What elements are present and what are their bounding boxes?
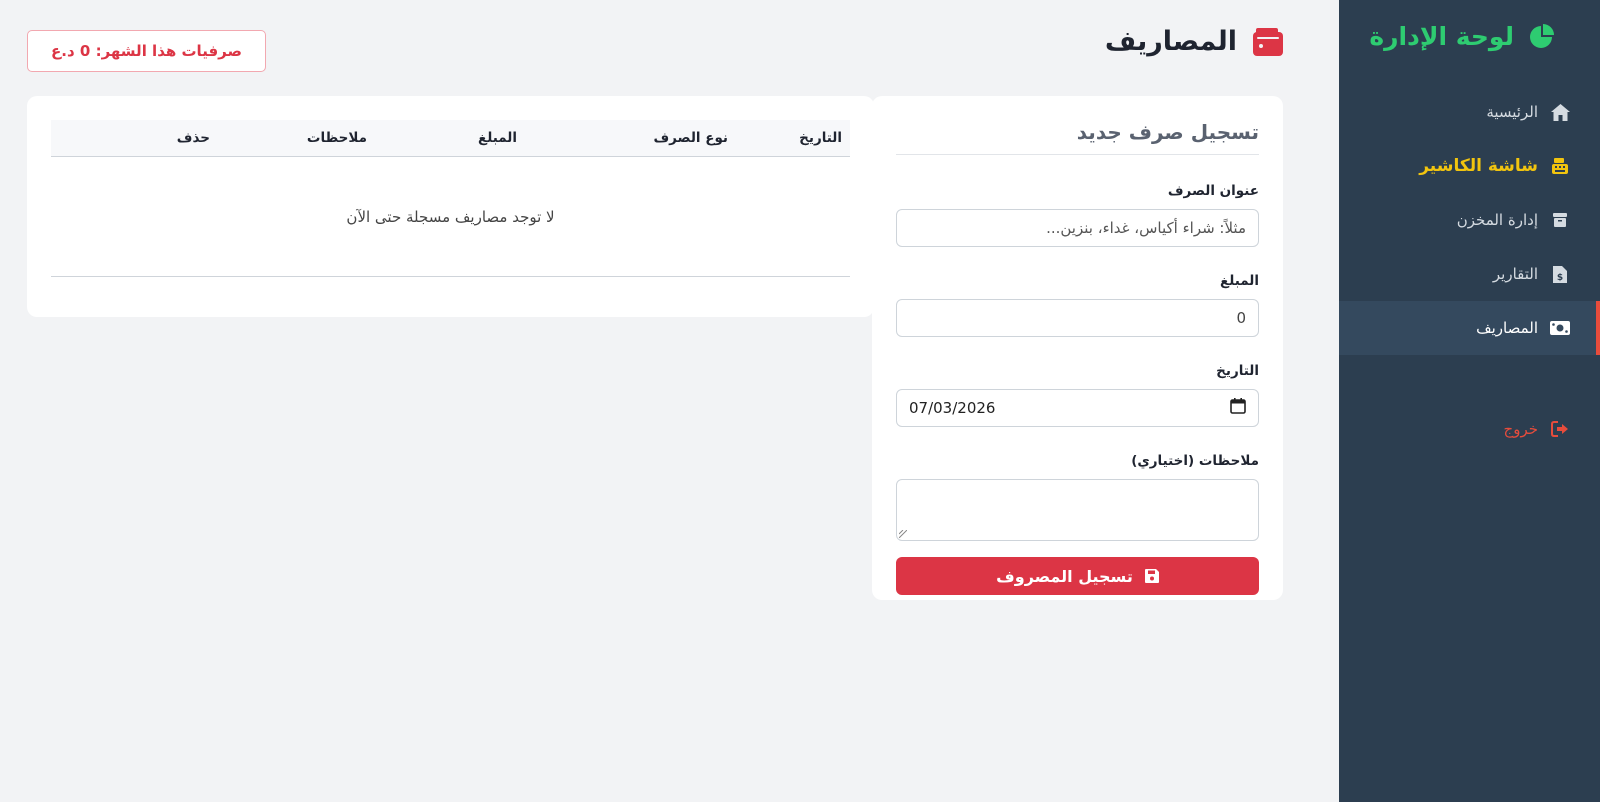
column-header-type: نوع الصرف [653,130,728,146]
sidebar-item-label: إدارة المخزن [1456,211,1538,229]
submit-label: تسجيل المصروف [996,566,1133,586]
form-title: تسجيل صرف جديد [896,120,1259,155]
notes-label: ملاحظات (اختياري) [1131,453,1259,469]
notes-textarea[interactable] [896,479,1259,541]
page-title: المصاريف [1105,26,1283,57]
sidebar-item-expenses[interactable]: المصاريف [1339,301,1600,355]
cash-register-icon [1550,156,1570,176]
home-icon [1550,102,1570,122]
date-input[interactable]: 07/03/2026 [896,389,1259,427]
pie-chart-icon [1530,23,1554,48]
column-header-amount: المبلغ [478,130,517,146]
invoice-icon: $ [1550,264,1570,284]
sidebar-item-label: المصاريف [1476,319,1538,337]
expense-title-label: عنوان الصرف [1167,183,1259,199]
sidebar-item-label: شاشة الكاشير [1419,156,1538,176]
sidebar-item-reports[interactable]: $ التقارير [1339,247,1600,301]
wallet-icon [1253,27,1283,56]
empty-table-message: لا توجد مصاريف مسجلة حتى الآن [51,157,850,277]
save-icon [1144,569,1159,583]
logout-label: خروج [1503,420,1538,438]
resize-grip-icon[interactable] [899,530,907,538]
sidebar-item-label: التقارير [1492,265,1538,283]
column-header-delete: حذف [176,130,210,146]
column-header-date: التاريخ [799,130,842,146]
sidebar-item-home[interactable]: الرئيسية [1339,85,1600,139]
sidebar-item-inventory[interactable]: إدارة المخزن [1339,193,1600,247]
sidebar-item-label: الرئيسية [1486,103,1538,121]
calendar-icon[interactable] [1230,398,1246,418]
month-expense-badge: صرفيات هذا الشهر: 0 د.ع [27,30,266,72]
sign-out-icon [1550,419,1570,439]
sidebar-item-cashier[interactable]: شاشة الكاشير [1339,139,1600,193]
money-bill-icon [1550,318,1570,338]
submit-expense-button[interactable]: تسجيل المصروف [896,557,1259,595]
page-title-text: المصاريف [1104,26,1237,57]
brand-title: لوحة الإدارة [1369,22,1514,51]
amount-input[interactable]: 0 [896,299,1259,337]
expense-title-input[interactable]: مثلاً: شراء أكياس، غداء، بنزين... [896,209,1259,247]
sidebar: لوحة الإدارة الرئيسية شاشة الكاشير إدارة… [1339,0,1600,802]
date-label: التاريخ [1216,363,1259,379]
svg-text:$: $ [1557,273,1563,283]
new-expense-form: تسجيل صرف جديد عنوان الصرف مثلاً: شراء أ… [872,96,1283,600]
expenses-table-card: التاريخ نوع الصرف المبلغ ملاحظات حذف لا … [27,96,874,317]
date-value: 07/03/2026 [909,399,996,417]
amount-label: المبلغ [1220,273,1259,289]
box-icon [1550,210,1570,230]
brand: لوحة الإدارة [1369,22,1554,51]
table-header: التاريخ نوع الصرف المبلغ ملاحظات حذف [51,120,850,157]
logout-link[interactable]: خروج [1339,402,1600,456]
column-header-notes: ملاحظات [306,130,367,146]
